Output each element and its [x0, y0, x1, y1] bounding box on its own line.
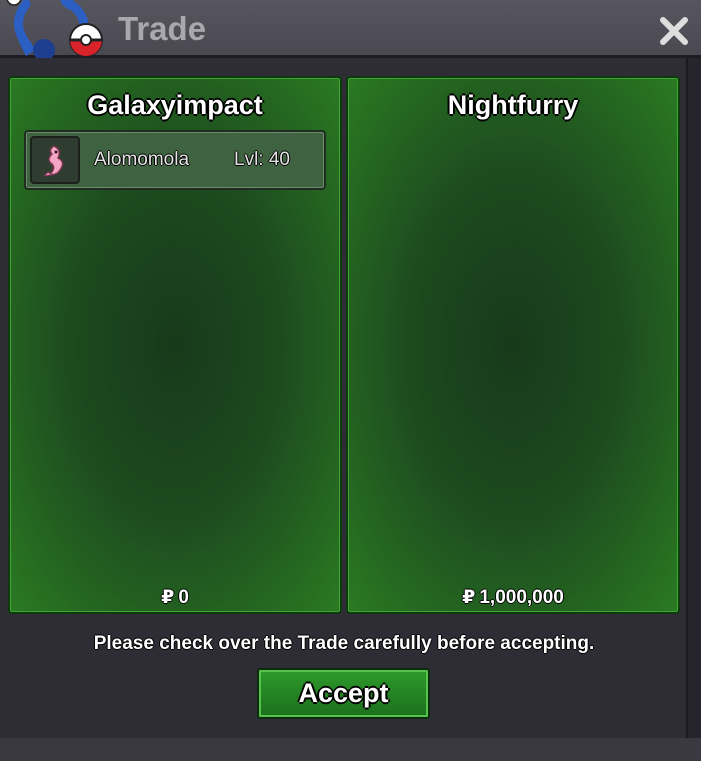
money-offer-left: ₽0	[10, 586, 340, 609]
trade-item-row[interactable]: Alomomola Lvl: 40	[24, 130, 326, 190]
title-bar[interactable]: Trade	[0, 0, 701, 61]
their-offer-panel: Nightfurry ₽1,000,000	[346, 76, 680, 614]
item-name: Alomomola	[94, 149, 190, 170]
currency-symbol: ₽	[462, 587, 476, 608]
pokemon-alomomola-icon	[42, 145, 64, 177]
window-bottom-edge	[0, 738, 701, 761]
accept-button[interactable]: Accept	[257, 668, 430, 719]
trade-window: Trade Galaxyimpact Alomomola Lvl: 40 ₽0 …	[0, 0, 701, 761]
close-icon[interactable]	[654, 12, 694, 50]
currency-symbol: ₽	[161, 587, 175, 608]
money-offer-right: ₽1,000,000	[348, 586, 678, 609]
money-amount-left: 0	[178, 587, 189, 608]
my-offer-panel: Galaxyimpact Alomomola Lvl: 40 ₽0	[8, 76, 342, 614]
player-name-left: Galaxyimpact	[87, 90, 263, 120]
trade-warning-text: Please check over the Trade carefully be…	[93, 633, 595, 654]
item-icon-slot	[30, 136, 80, 184]
item-level: Lvl: 40	[234, 149, 290, 170]
window-title: Trade	[118, 10, 207, 47]
player-name-right: Nightfurry	[447, 90, 579, 120]
money-amount-right: 1,000,000	[479, 587, 564, 608]
